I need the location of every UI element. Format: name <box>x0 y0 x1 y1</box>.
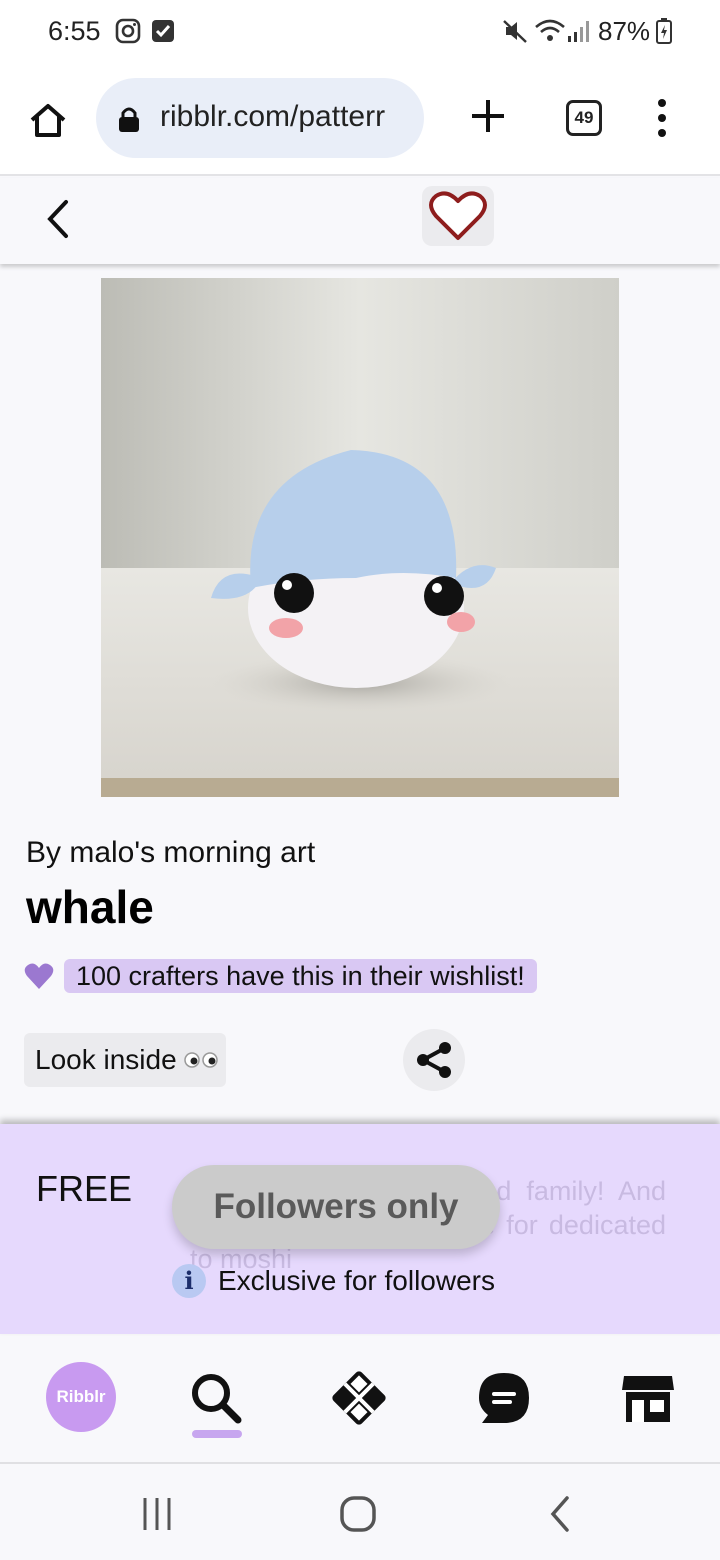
battery-charging-icon <box>656 18 672 44</box>
look-inside-label: Look inside <box>35 1044 177 1075</box>
home-icon[interactable] <box>26 98 70 142</box>
page: { "status_bar": { "time": "6:55", "batte… <box>0 0 720 1560</box>
plus-icon[interactable] <box>466 94 510 138</box>
mute-icon <box>503 20 527 43</box>
wifi-icon <box>535 19 565 41</box>
wishlist-count-badge: 100 crafters have this in their wishlist… <box>64 959 537 993</box>
heart-filled-icon <box>24 963 54 989</box>
instagram-icon <box>115 18 141 44</box>
bottom-nav: Ribblr <box>0 1336 720 1464</box>
chat-icon[interactable] <box>474 1368 534 1428</box>
pattern-title: whale <box>26 881 154 933</box>
menu-icon[interactable] <box>652 98 672 138</box>
back-icon[interactable] <box>541 1494 581 1534</box>
checkbox-icon <box>152 20 174 42</box>
recents-icon[interactable] <box>137 1494 177 1534</box>
patterns-icon[interactable] <box>329 1368 389 1428</box>
info-icon: i <box>172 1264 206 1298</box>
shop-icon[interactable] <box>618 1368 678 1428</box>
lock-icon <box>119 107 139 132</box>
exclusive-note: Exclusive for followers <box>218 1265 495 1296</box>
battery-percent: 87% <box>598 16 651 46</box>
followers-only-button[interactable]: Followers only <box>172 1165 500 1249</box>
price-panel: I made which is the and family! And don'… <box>0 1124 720 1334</box>
favorite-button[interactable] <box>422 186 494 246</box>
active-tab-indicator <box>192 1430 242 1438</box>
home-circle-icon[interactable] <box>338 1494 378 1534</box>
share-icon <box>417 1042 451 1078</box>
share-button[interactable] <box>403 1029 465 1091</box>
search-icon[interactable] <box>186 1368 246 1428</box>
status-time: 6:55 <box>48 16 101 46</box>
whale-amigurumi-image <box>101 278 619 797</box>
back-chevron-icon[interactable] <box>40 196 76 242</box>
url-bar[interactable]: ribblr.com/patterr <box>96 78 424 158</box>
pattern-photo[interactable] <box>101 278 619 797</box>
status-bar: 6:55 87% <box>0 0 720 64</box>
ribblr-logo-button[interactable]: Ribblr <box>46 1362 116 1432</box>
tabs-icon[interactable]: 49 <box>566 100 602 136</box>
system-navigation-bar <box>0 1466 720 1560</box>
browser-bar: ribblr.com/patterr 49 <box>0 64 720 176</box>
url-text: ribblr.com/patterr <box>160 100 386 133</box>
price-label: FREE <box>36 1168 133 1209</box>
pattern-byline[interactable]: By malo's morning art <box>26 836 315 870</box>
eyes-icon <box>184 1052 218 1068</box>
heart-outline-icon <box>429 191 487 240</box>
signal-icon <box>568 21 589 42</box>
app-bar <box>0 178 720 264</box>
look-inside-button[interactable]: Look inside <box>24 1033 226 1087</box>
